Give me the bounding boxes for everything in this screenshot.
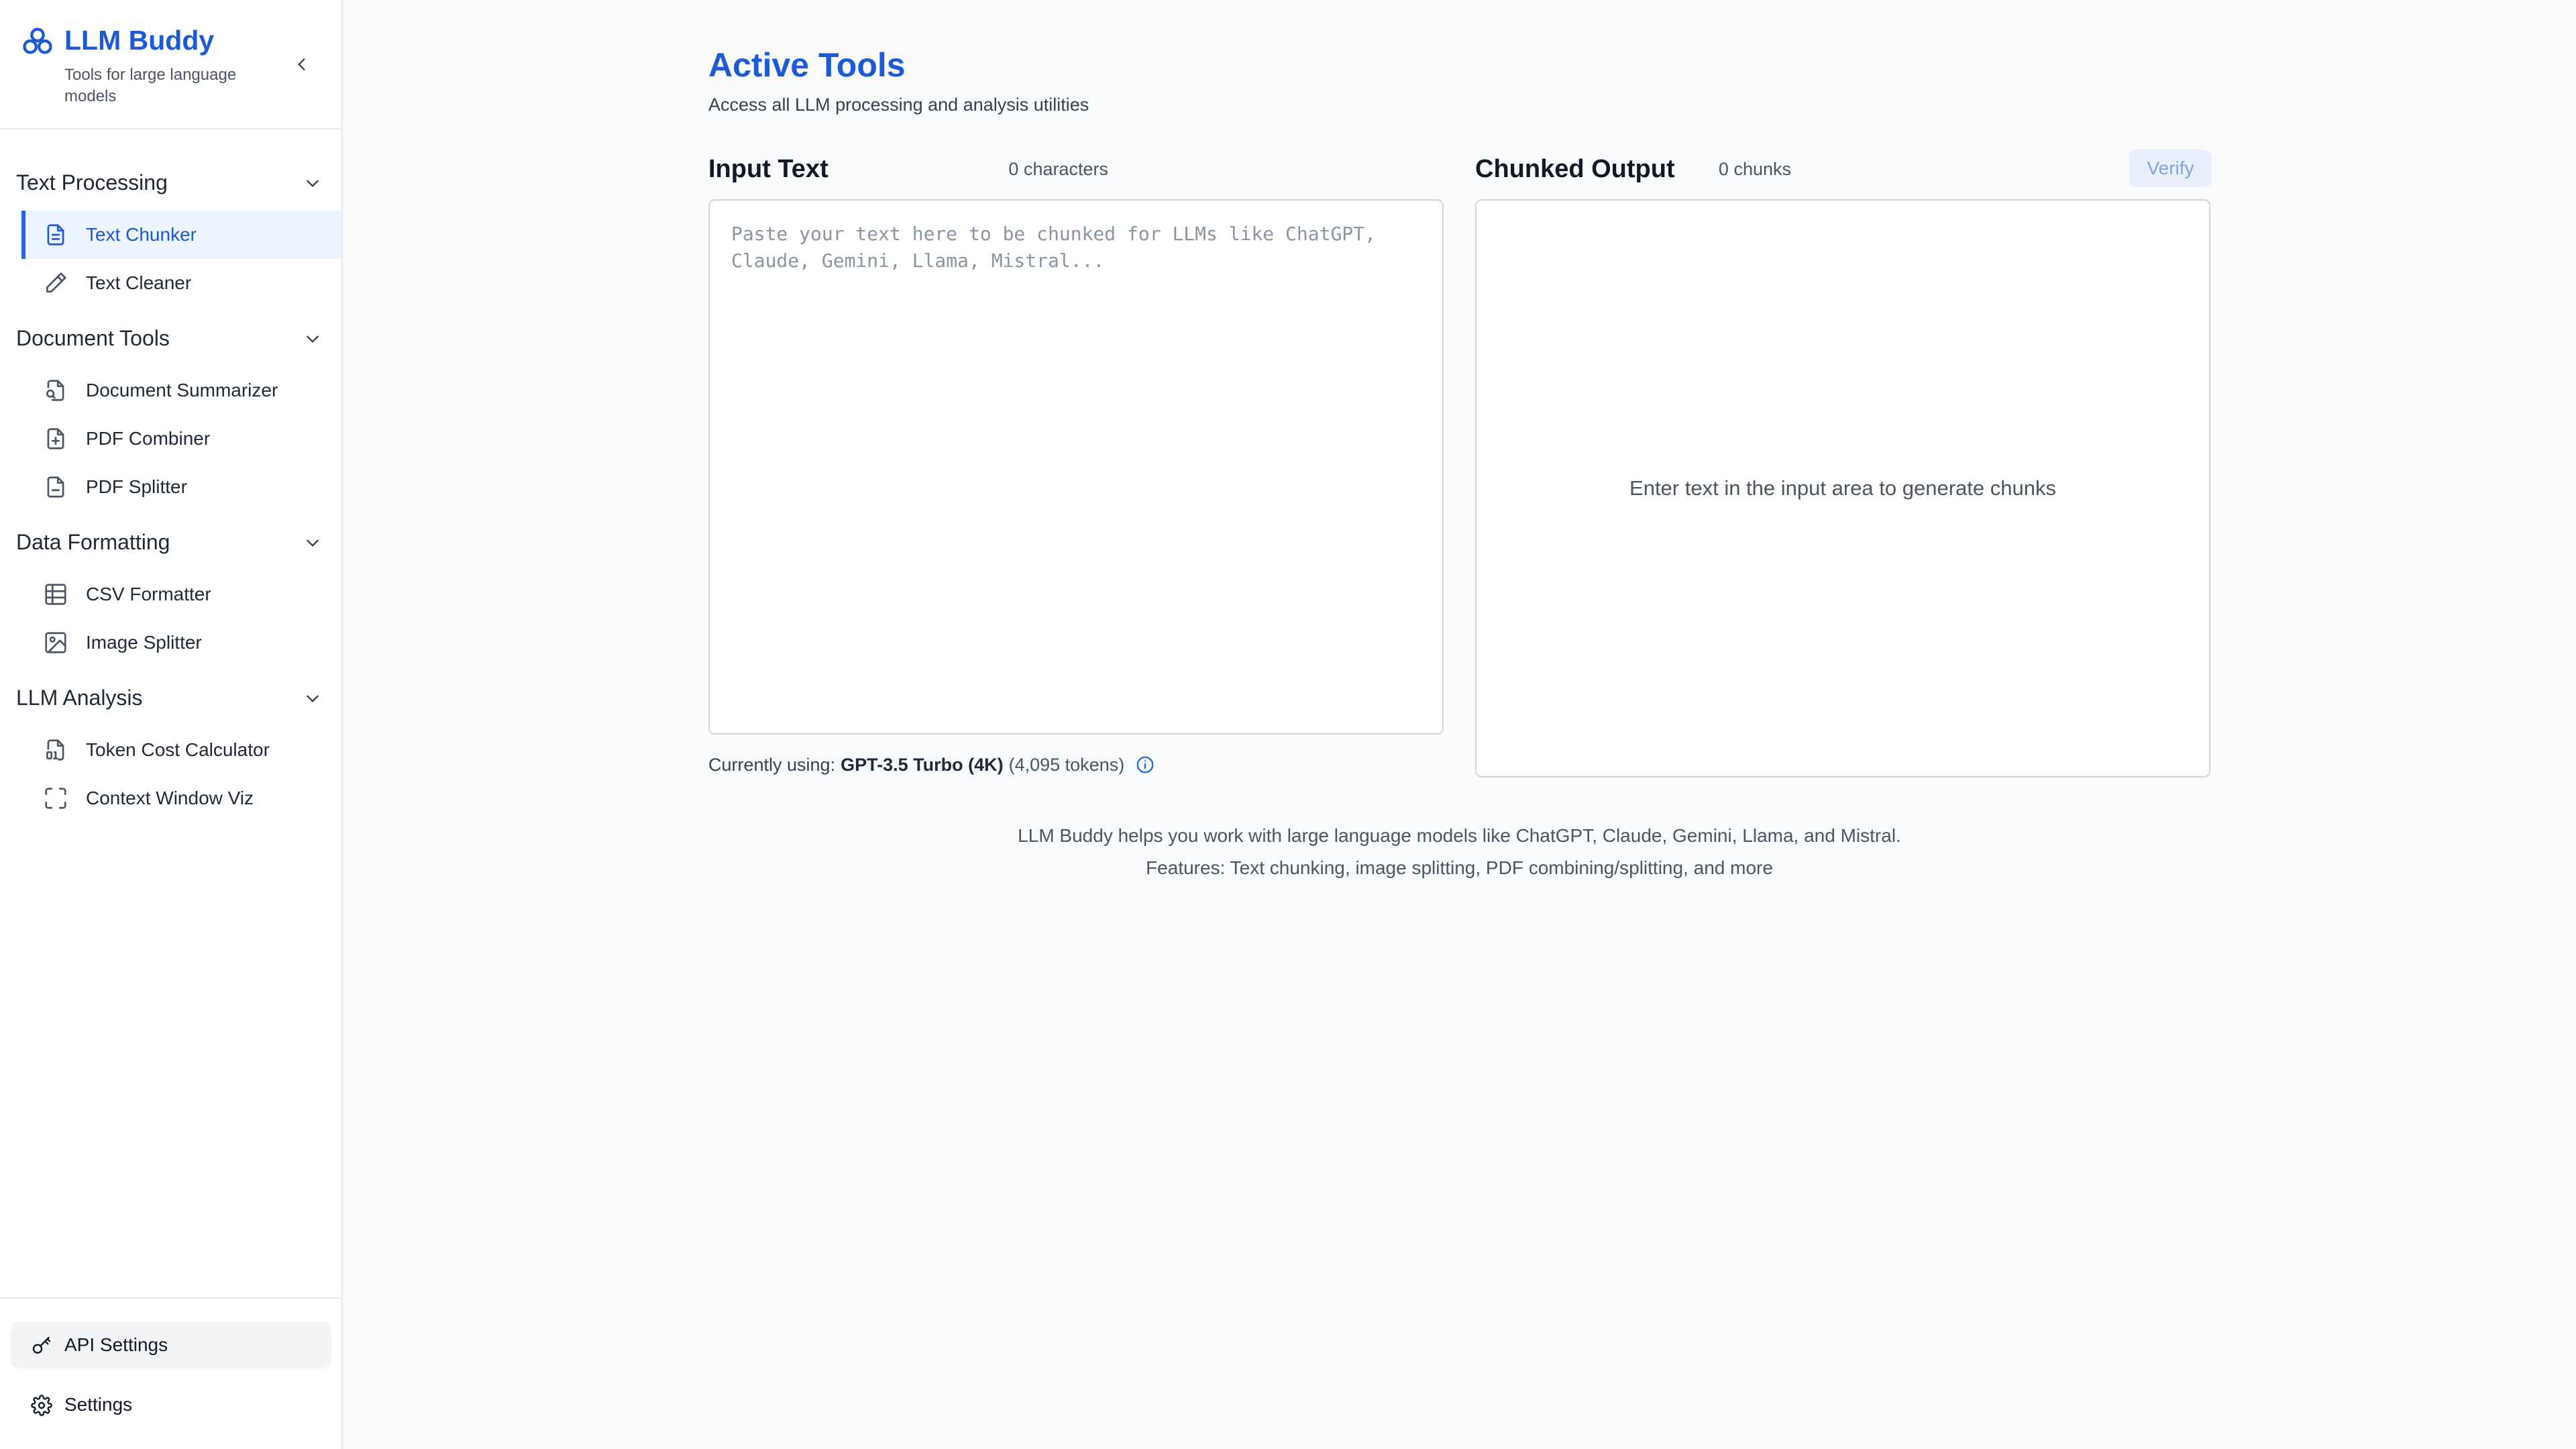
sidebar: LLM Buddy Tools for large language model… (0, 0, 343, 1449)
table-icon (45, 584, 66, 605)
footer-description: LLM Buddy helps you work with large lang… (708, 820, 2210, 884)
app-window: LLM Buddy Tools for large language model… (0, 0, 2576, 1449)
sidebar-item-image-splitter[interactable]: Image Splitter (21, 619, 341, 667)
sidebar-item-context-window-viz[interactable]: Context Window Viz (21, 774, 341, 822)
sidebar-item-token-cost-calculator[interactable]: Token Cost Calculator (21, 726, 341, 774)
sidebar-item-label: PDF Splitter (86, 476, 187, 497)
sidebar-item-label: Context Window Viz (86, 788, 254, 808)
settings-button[interactable]: Settings (11, 1381, 331, 1428)
chevron-down-icon (307, 695, 319, 702)
verify-button[interactable]: Verify (2129, 150, 2212, 187)
input-panel-header: Input Text (708, 152, 828, 186)
document-icon (47, 224, 64, 246)
api-settings-label: API Settings (64, 1334, 168, 1355)
sidebar-item-label: Text Chunker (86, 224, 197, 245)
group-label: LLM Analysis (16, 685, 143, 710)
sidebar-item-label: PDF Combiner (86, 428, 211, 449)
sidebar-item-label: Text Cleaner (86, 272, 192, 293)
chevron-down-icon (307, 539, 319, 547)
sidebar-item-label: Document Summarizer (86, 380, 278, 400)
nav-group-llm-analysis: LLM Analysis Token Cost Calculator Conte… (0, 669, 341, 822)
key-icon (32, 1336, 51, 1354)
chevron-down-icon (307, 180, 319, 187)
group-label: Text Processing (16, 170, 168, 195)
file-plus-icon (47, 428, 64, 449)
collapse-sidebar-button[interactable] (287, 50, 317, 79)
chunk-count: 0 chunks (1718, 159, 1791, 179)
image-icon (45, 632, 66, 653)
footer-line-2: Features: Text chunking, image splitting… (1146, 857, 1773, 878)
sidebar-item-csv-formatter[interactable]: CSV Formatter (21, 570, 341, 619)
brand-subtitle: Tools for large language models (64, 66, 237, 105)
sidebar-item-pdf-splitter[interactable]: PDF Splitter (21, 463, 341, 511)
input-textarea[interactable] (710, 201, 1442, 733)
brand-header: LLM Buddy Tools for large language model… (0, 0, 341, 129)
sidebar-item-document-summarizer[interactable]: Document Summarizer (21, 366, 341, 415)
gear-icon (31, 1395, 52, 1416)
nav-group-document-tools: Document Tools Document Summarizer PDF C… (0, 310, 341, 511)
page-subtitle: Access all LLM processing and analysis u… (708, 95, 1089, 115)
main-content: Active Tools Access all LLM processing a… (343, 0, 2576, 1449)
sidebar-item-pdf-combiner[interactable]: PDF Combiner (21, 415, 341, 463)
chevron-left-icon (298, 58, 305, 70)
group-header-text-processing[interactable]: Text Processing (0, 154, 341, 211)
group-label: Data Formatting (16, 529, 170, 554)
logo-icon (23, 28, 52, 54)
output-panel-title: Chunked Output (1475, 154, 1675, 183)
brand-title: LLM Buddy (64, 25, 215, 56)
sidebar-item-text-cleaner[interactable]: Text Cleaner (21, 259, 341, 307)
nav-group-text-processing: Text Processing Text Chunker Text Cleane… (0, 154, 341, 307)
sidebar-item-label: CSV Formatter (86, 584, 211, 604)
scan-frame-icon (45, 788, 66, 809)
model-prefix: Currently using: (708, 755, 836, 775)
footer-line-1: LLM Buddy helps you work with large lang… (1018, 825, 1901, 846)
sidebar-nav: Text Processing Text Chunker Text Cleane… (0, 154, 341, 825)
model-info: Currently using: GPT-3.5 Turbo (4K) (4,0… (708, 753, 1155, 777)
model-name: GPT-3.5 Turbo (4K) (841, 755, 1004, 775)
file-minus-icon (47, 476, 64, 498)
group-header-document-tools[interactable]: Document Tools (0, 310, 341, 366)
input-text-area-container (708, 199, 1444, 735)
api-settings-button[interactable]: API Settings (11, 1322, 331, 1368)
group-header-llm-analysis[interactable]: LLM Analysis (0, 669, 341, 726)
file-search-icon (46, 380, 64, 401)
output-empty-message: Enter text in the input area to generate… (1629, 476, 2056, 500)
pencil-icon (46, 272, 66, 293)
output-panel-header: Chunked Output (1475, 152, 1675, 186)
sidebar-footer: API Settings Settings (0, 1297, 341, 1449)
chevron-down-icon (307, 335, 319, 343)
chunked-output-panel: Enter text in the input area to generate… (1475, 199, 2210, 777)
model-tokens: (4,095 tokens) (1008, 755, 1125, 775)
group-label: Document Tools (16, 325, 170, 350)
page-title: Active Tools (708, 46, 906, 84)
sidebar-item-text-chunker[interactable]: Text Chunker (21, 211, 341, 259)
sidebar-item-label: Token Cost Calculator (86, 739, 270, 760)
file-digits-icon (46, 739, 64, 761)
group-header-data-formatting[interactable]: Data Formatting (0, 514, 341, 570)
sidebar-item-label: Image Splitter (86, 632, 202, 653)
nav-group-data-formatting: Data Formatting CSV Formatter Image Spli… (0, 514, 341, 667)
settings-label: Settings (64, 1394, 133, 1415)
info-icon[interactable] (1135, 755, 1155, 775)
input-panel-title: Input Text (708, 154, 828, 183)
character-count: 0 characters (1008, 159, 1108, 179)
